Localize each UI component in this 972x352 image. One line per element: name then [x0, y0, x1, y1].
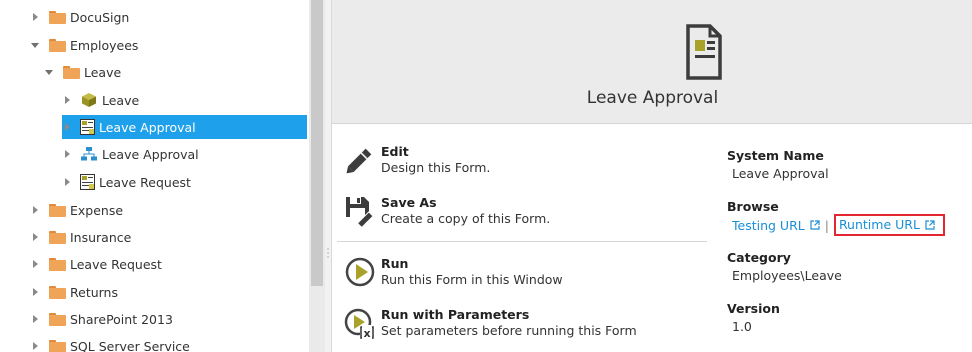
form-icon	[80, 174, 95, 190]
tree-item-leave-smartobject[interactable]: Leave	[62, 88, 139, 112]
tree-scrollbar-thumb[interactable]	[311, 0, 323, 286]
tree-item-label: Leave Approval	[99, 119, 196, 135]
edit-action[interactable]: Edit Design this Form.	[344, 144, 704, 190]
runtime-url-link[interactable]: Runtime URL	[833, 214, 945, 236]
tree-item-expense[interactable]: Expense	[30, 198, 123, 222]
expand-arrow-icon[interactable]	[30, 205, 40, 215]
folder-icon	[48, 9, 66, 25]
action-description: Design this Form.	[381, 160, 491, 175]
tree-item-label: SharePoint 2013	[70, 311, 173, 327]
tree-item-leave-request-folder[interactable]: Leave Request	[30, 252, 162, 276]
expand-arrow-icon[interactable]	[30, 341, 40, 351]
testing-url-label: Testing URL	[732, 217, 805, 233]
version-label: Version	[727, 301, 780, 316]
tree-item-docusign[interactable]: DocuSign	[30, 5, 129, 29]
detail-header: Leave Approval	[332, 0, 972, 124]
expand-arrow-icon[interactable]	[30, 314, 40, 324]
expand-arrow-icon[interactable]	[30, 232, 40, 242]
tree-item-label: Returns	[70, 284, 118, 300]
tree-item-leave-folder[interactable]: Leave	[44, 60, 121, 84]
tree-item-label: SQL Server Service	[70, 338, 190, 352]
action-description: Run this Form in this Window	[381, 272, 563, 287]
expand-arrow-icon[interactable]	[62, 95, 72, 105]
expand-arrow-icon[interactable]	[62, 149, 72, 159]
run-with-parameters-action[interactable]: x Run with Parameters Set parameters bef…	[344, 307, 704, 352]
runtime-url-label: Runtime URL	[838, 217, 920, 232]
pencil-icon	[344, 144, 376, 176]
browse-links: Testing URL | Runtime URL	[732, 214, 945, 236]
form-document-icon	[686, 24, 722, 83]
expand-arrow-icon[interactable]	[62, 177, 72, 187]
action-title: Save As	[381, 195, 437, 210]
system-name-label: System Name	[727, 148, 824, 163]
category-value: Employees\Leave	[732, 268, 842, 283]
category-label: Category	[727, 250, 791, 265]
collapse-arrow-icon[interactable]	[30, 40, 40, 50]
tree-item-label: Insurance	[70, 229, 132, 245]
tree-item-label: Leave	[84, 64, 122, 80]
tree-item-leave-approval-workflow[interactable]: Leave Approval	[62, 142, 199, 166]
external-link-icon	[810, 220, 820, 230]
folder-icon	[48, 202, 66, 218]
action-description: Create a copy of this Form.	[381, 211, 551, 226]
tree-item-label: Leave	[102, 92, 140, 108]
folder-icon	[48, 229, 66, 245]
tree-panel: DocuSign Employees Leave Leave Leave App…	[0, 0, 309, 352]
action-title: Run	[381, 256, 409, 271]
version-value: 1.0	[732, 319, 752, 334]
tree-item-label: DocuSign	[70, 9, 130, 25]
system-name-value: Leave Approval	[732, 166, 829, 181]
tree-item-label: Employees	[70, 37, 139, 53]
expand-arrow-icon[interactable]	[30, 12, 40, 22]
folder-icon	[48, 311, 66, 327]
tree-item-insurance[interactable]: Insurance	[30, 225, 131, 249]
tree-item-returns[interactable]: Returns	[30, 280, 118, 304]
workflow-icon	[80, 146, 98, 162]
action-title: Edit	[381, 144, 409, 159]
testing-url-link[interactable]: Testing URL	[732, 218, 820, 233]
page-title: Leave Approval	[586, 88, 719, 108]
browse-label: Browse	[727, 199, 779, 214]
run-action[interactable]: Run Run this Form in this Window	[344, 256, 704, 302]
svg-text:x: x	[363, 327, 370, 340]
action-title: Run with Parameters	[381, 307, 530, 322]
tree-item-label: Leave Request	[99, 174, 191, 190]
detail-panel: Leave Approval Edit Design this Form. Sa…	[331, 0, 972, 352]
link-separator: |	[824, 217, 829, 233]
folder-icon	[48, 256, 66, 272]
tree-item-label: Leave Request	[70, 256, 162, 272]
folder-icon	[48, 338, 66, 352]
tree-item-sharepoint-2013[interactable]: SharePoint 2013	[30, 307, 173, 331]
actions-divider	[337, 241, 707, 242]
expand-arrow-icon[interactable]	[30, 259, 40, 269]
collapse-arrow-icon[interactable]	[44, 67, 54, 77]
tree-item-employees[interactable]: Employees	[30, 33, 138, 57]
external-link-icon	[925, 219, 935, 230]
smartobject-icon	[80, 92, 98, 108]
run-icon	[344, 256, 376, 288]
save-as-action[interactable]: Save As Create a copy of this Form.	[344, 195, 704, 241]
form-icon	[80, 119, 95, 135]
save-as-icon	[344, 195, 376, 229]
folder-icon	[48, 284, 66, 300]
expand-arrow-icon[interactable]	[62, 122, 72, 132]
tree-item-leave-approval-form[interactable]: Leave Approval	[62, 115, 307, 139]
folder-icon	[62, 64, 80, 80]
folder-icon	[48, 37, 66, 53]
tree-item-label: Expense	[70, 202, 124, 218]
splitter-grip-icon[interactable]: · · ·	[326, 246, 330, 268]
tree-item-sql-server-service[interactable]: SQL Server Service	[30, 334, 190, 352]
action-description: Set parameters before running this Form	[381, 323, 637, 338]
expand-arrow-icon[interactable]	[30, 287, 40, 297]
tree-item-leave-request-form[interactable]: Leave Request	[62, 170, 191, 194]
run-with-parameters-icon: x	[344, 307, 376, 340]
tree-item-label: Leave Approval	[102, 146, 199, 162]
